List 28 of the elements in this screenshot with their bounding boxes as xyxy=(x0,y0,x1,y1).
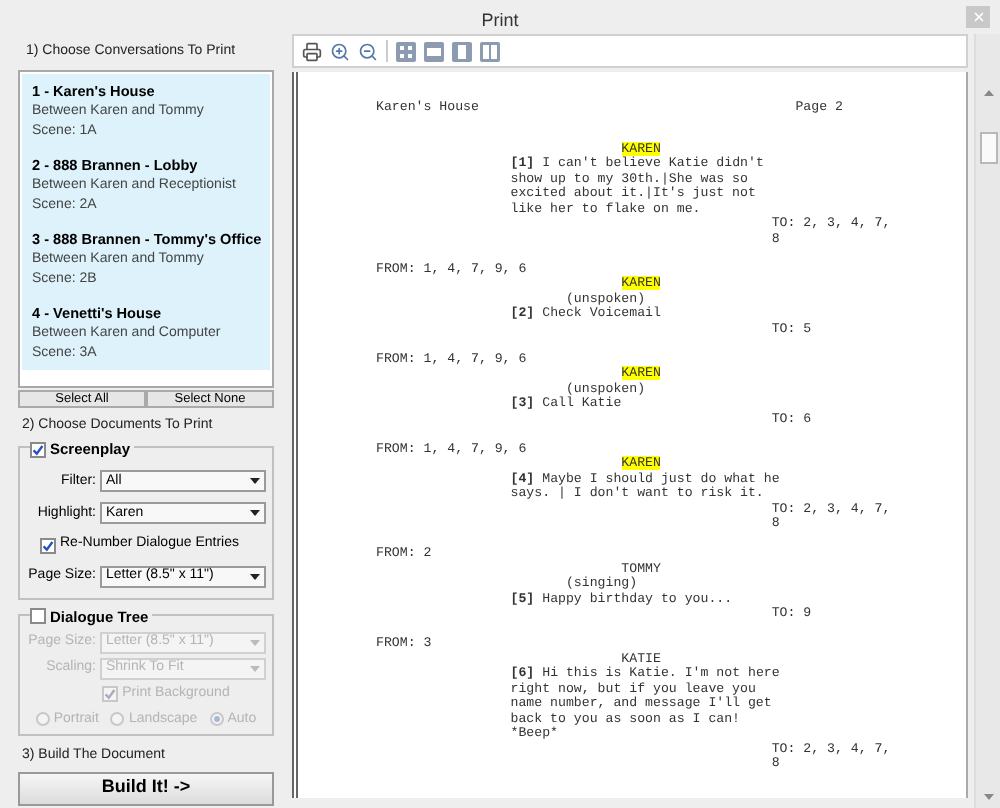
scroll-down-icon[interactable] xyxy=(983,794,993,800)
radio-button[interactable] xyxy=(35,712,50,727)
checkmark-icon xyxy=(104,688,117,701)
checkbox[interactable] xyxy=(102,686,119,703)
checkbox[interactable] xyxy=(40,537,56,553)
caret-icon xyxy=(250,666,260,672)
page-view-icon[interactable] xyxy=(480,41,500,61)
checkmark-icon xyxy=(32,443,44,456)
scroll-thumb[interactable] xyxy=(979,132,997,164)
zoom-in-icon[interactable] xyxy=(330,41,350,61)
checkmark-icon xyxy=(42,539,54,551)
radio-button[interactable] xyxy=(209,712,224,727)
checkbox[interactable] xyxy=(30,608,46,625)
radio-button[interactable] xyxy=(110,712,125,727)
window-title: Print xyxy=(481,9,519,29)
zoom-out-icon[interactable] xyxy=(358,41,378,61)
printer-icon[interactable] xyxy=(302,41,322,61)
scroll-up-icon[interactable] xyxy=(983,90,993,96)
close-icon xyxy=(971,10,985,24)
caret-icon xyxy=(250,573,260,580)
checkbox[interactable] xyxy=(30,441,46,458)
page-view-icon[interactable] xyxy=(396,41,416,61)
caret-icon xyxy=(250,640,260,646)
build-button[interactable]: Build It! -> xyxy=(18,771,274,805)
close-button[interactable] xyxy=(966,6,990,28)
caret-icon xyxy=(250,510,260,517)
scrollbar[interactable] xyxy=(974,34,1000,808)
caret-icon xyxy=(250,478,260,485)
